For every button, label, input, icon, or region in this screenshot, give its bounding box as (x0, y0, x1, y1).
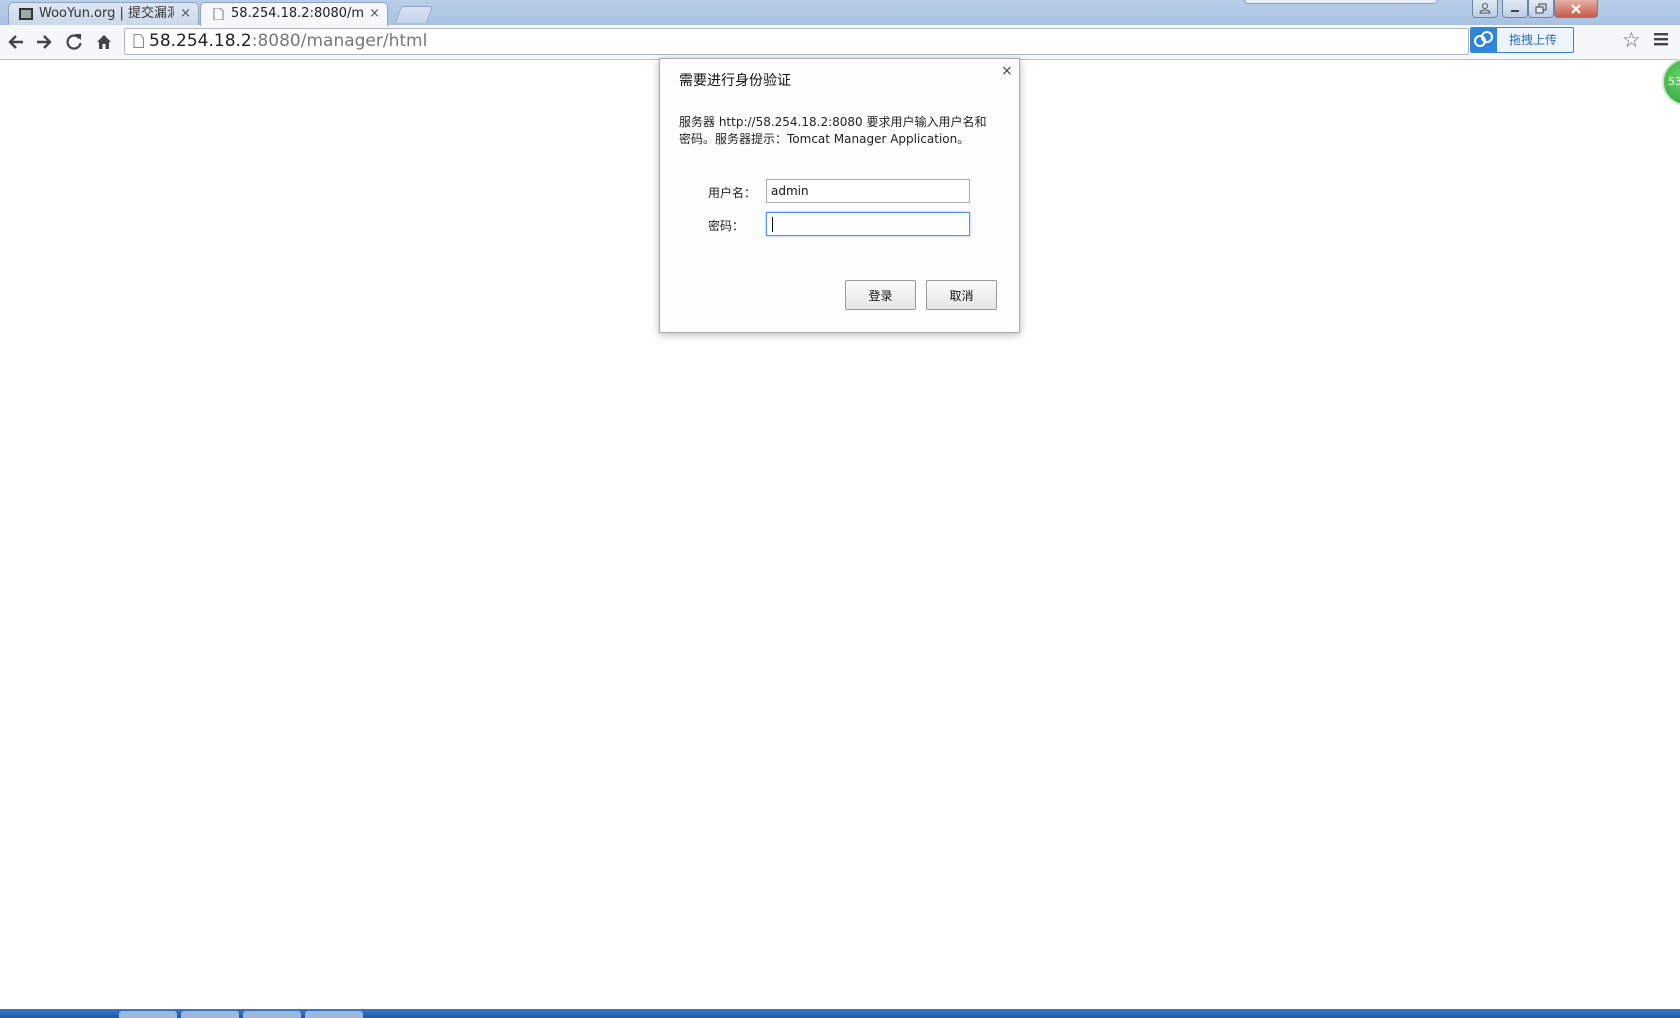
username-input[interactable] (766, 179, 970, 203)
url-text[interactable]: 58.254.18.2:8080/manager/html (149, 29, 427, 54)
minimize-icon (1511, 10, 1519, 12)
profile-icon (1479, 3, 1491, 14)
taskbar-item[interactable] (119, 1011, 177, 1018)
drag-upload-label: 拖拽上传 (1509, 33, 1558, 47)
url-host: 58.254.18.2 (149, 31, 252, 51)
tab-title: WooYun.org | 提交漏洞 (39, 6, 174, 21)
drag-upload-button[interactable]: 拖拽上传 (1470, 27, 1574, 53)
profile-button[interactable] (1472, 0, 1498, 18)
tab-strip: WooYun.org | 提交漏洞 × 58.254.18.2:8080/man… (0, 0, 1680, 26)
tab-close-icon[interactable]: × (180, 3, 191, 25)
taskbar-item[interactable] (305, 1011, 363, 1018)
menu-icon[interactable] (1654, 30, 1668, 52)
dialog-title: 需要进行身份验证 (679, 73, 791, 89)
minimize-button[interactable] (1502, 0, 1528, 18)
cloud-upload-icon (1471, 28, 1497, 52)
close-icon (1571, 4, 1581, 14)
tab-wooyun[interactable]: WooYun.org | 提交漏洞 × (8, 2, 199, 25)
tab-close-icon[interactable]: × (369, 3, 380, 25)
os-taskbar (0, 1009, 1680, 1018)
text-cursor (772, 217, 773, 232)
password-label: 密码： (708, 219, 745, 233)
reload-button[interactable] (60, 29, 88, 55)
address-bar[interactable]: 58.254.18.2:8080/manager/html (124, 28, 1469, 55)
dialog-message: 服务器 http://58.254.18.2:8080 要求用户输入用户名和密码… (679, 115, 987, 146)
forward-arrow-icon (37, 35, 52, 49)
back-button[interactable] (2, 29, 30, 55)
reload-icon (66, 34, 82, 50)
wooyun-favicon-icon (19, 8, 33, 20)
cancel-button[interactable]: 取消 (926, 280, 997, 310)
url-path: :8080/manager/html (251, 31, 428, 51)
window-search-remnant (1244, 0, 1438, 4)
auth-dialog: 需要进行身份验证 × 服务器 http://58.254.18.2:8080 要… (659, 58, 1020, 333)
close-window-button[interactable] (1554, 0, 1598, 18)
password-input[interactable] (766, 212, 970, 236)
floating-badge[interactable]: 53 (1662, 58, 1680, 106)
browser-toolbar: 58.254.18.2:8080/manager/html 拖拽上传 ☆ (0, 25, 1680, 60)
taskbar-item[interactable] (181, 1011, 239, 1018)
tab-manager[interactable]: 58.254.18.2:8080/manager/html × (200, 2, 388, 26)
home-icon (97, 35, 111, 49)
page-icon (133, 34, 144, 48)
username-label: 用户名： (708, 186, 757, 200)
back-arrow-icon (8, 35, 23, 49)
forward-button[interactable] (30, 29, 58, 55)
home-button[interactable] (90, 29, 118, 55)
dialog-close-icon[interactable]: × (1001, 63, 1013, 79)
restore-icon (1535, 3, 1547, 14)
new-tab-button[interactable] (394, 6, 434, 23)
page-icon (213, 8, 224, 20)
tab-title: 58.254.18.2:8080/manager/html (231, 6, 363, 21)
bookmark-star-icon[interactable]: ☆ (1622, 28, 1641, 52)
restore-button[interactable] (1528, 0, 1554, 18)
login-button[interactable]: 登录 (845, 280, 916, 310)
taskbar-item[interactable] (243, 1011, 301, 1018)
